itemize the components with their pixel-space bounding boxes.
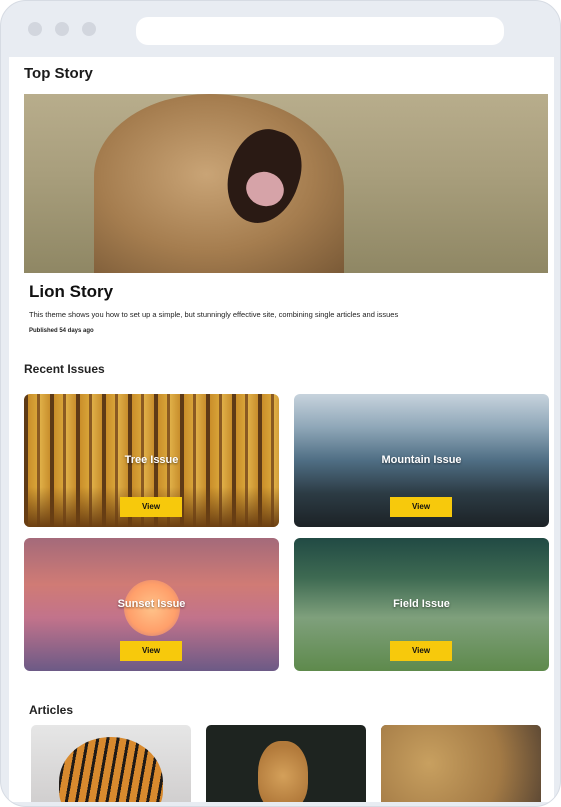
cheetah-face bbox=[258, 741, 308, 802]
articles-heading: Articles bbox=[29, 703, 74, 717]
window-dot-close[interactable] bbox=[28, 22, 42, 36]
issue-card-sunset[interactable]: Sunset Issue View bbox=[24, 538, 279, 671]
story-description: This theme shows you how to set up a sim… bbox=[29, 310, 399, 319]
story-published-date: Published 54 days ago bbox=[29, 328, 94, 334]
view-button[interactable]: View bbox=[120, 641, 182, 661]
view-button[interactable]: View bbox=[390, 641, 452, 661]
address-bar[interactable] bbox=[136, 17, 504, 45]
issue-card-label: Mountain Issue bbox=[381, 454, 462, 466]
top-story-image[interactable] bbox=[24, 94, 548, 273]
view-button[interactable]: View bbox=[120, 497, 182, 517]
story-title[interactable]: Lion Story bbox=[29, 282, 113, 302]
window-dot-maximize[interactable] bbox=[82, 22, 96, 36]
view-button[interactable]: View bbox=[390, 497, 452, 517]
issue-card-tree[interactable]: Tree Issue View bbox=[24, 394, 279, 527]
issue-card-field[interactable]: Field Issue View bbox=[294, 538, 549, 671]
lion-mane bbox=[94, 94, 344, 273]
issue-card-label: Sunset Issue bbox=[117, 598, 186, 610]
window-dot-minimize[interactable] bbox=[55, 22, 69, 36]
article-thumbnail-tiger[interactable] bbox=[31, 725, 191, 802]
page-content: Top Story Lion Story This theme shows yo… bbox=[9, 57, 554, 802]
browser-chrome bbox=[1, 1, 560, 57]
browser-frame: Top Story Lion Story This theme shows yo… bbox=[0, 0, 561, 807]
issue-card-label: Field Issue bbox=[393, 598, 450, 610]
top-story-heading: Top Story bbox=[24, 65, 93, 82]
article-thumbnail-leopard[interactable] bbox=[381, 725, 541, 802]
issue-card-label: Tree Issue bbox=[124, 454, 179, 466]
tiger-face bbox=[59, 737, 163, 802]
article-thumbnail-cheetah[interactable] bbox=[206, 725, 366, 802]
leopard-face bbox=[381, 725, 541, 802]
recent-issues-heading: Recent Issues bbox=[24, 362, 105, 376]
issue-card-mountain[interactable]: Mountain Issue View bbox=[294, 394, 549, 527]
